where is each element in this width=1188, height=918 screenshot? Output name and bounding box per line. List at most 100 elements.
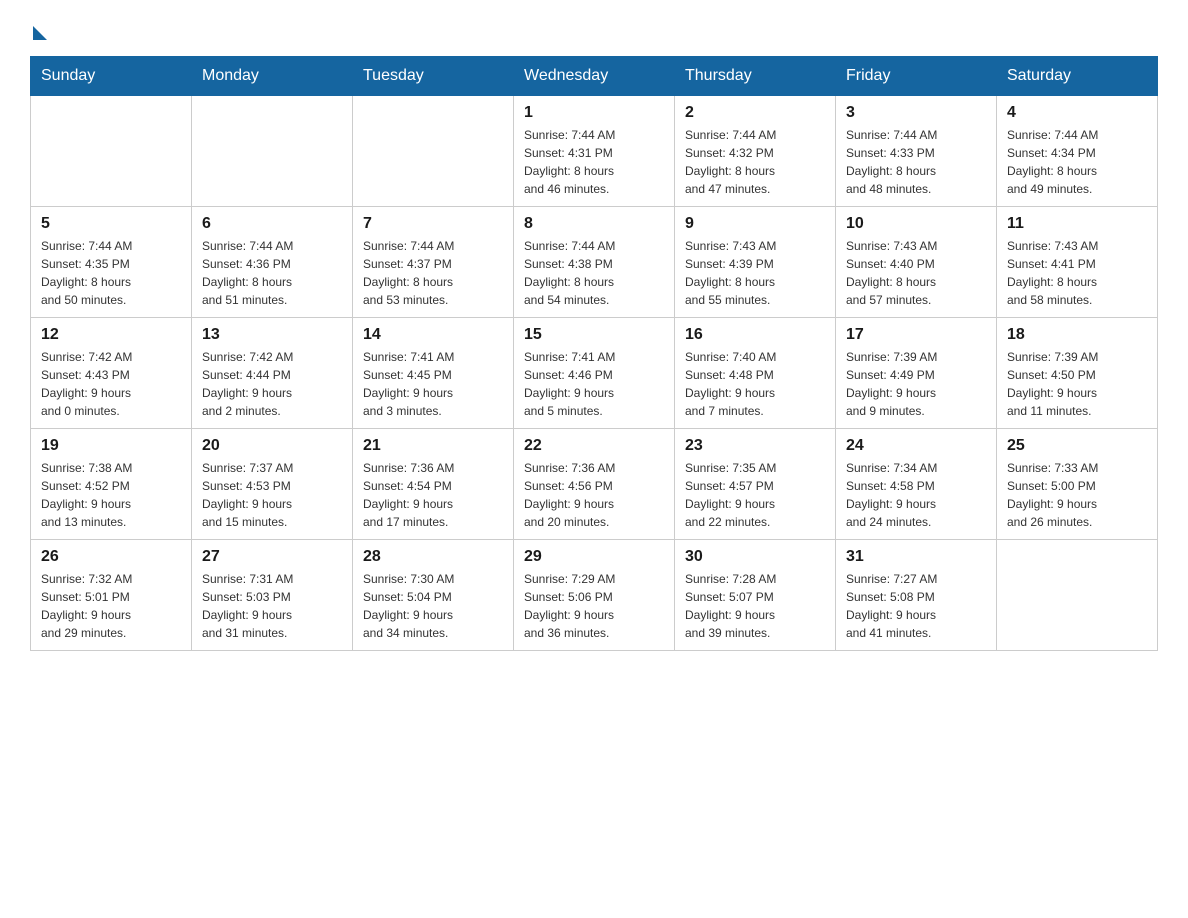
calendar-cell: 17 Sunrise: 7:39 AMSunset: 4:49 PMDayligh… (836, 318, 997, 429)
day-info: Sunrise: 7:43 AMSunset: 4:39 PMDaylight:… (685, 237, 825, 309)
day-number: 4 (1007, 104, 1147, 122)
calendar-cell: 22 Sunrise: 7:36 AMSunset: 4:56 PMDayligh… (514, 429, 675, 540)
day-info: Sunrise: 7:42 AMSunset: 4:44 PMDaylight:… (202, 348, 342, 420)
calendar-week-5: 26 Sunrise: 7:32 AMSunset: 5:01 PMDayligh… (31, 540, 1158, 651)
column-header-saturday: Saturday (997, 57, 1158, 96)
day-info: Sunrise: 7:44 AMSunset: 4:35 PMDaylight:… (41, 237, 181, 309)
day-number: 9 (685, 215, 825, 233)
calendar-cell: 28Sunrise: 7:30 AMSunset: 5:04 PMDayligh… (353, 540, 514, 651)
day-info: Sunrise: 7:43 AMSunset: 4:40 PMDaylight:… (846, 237, 986, 309)
calendar-cell: 13 Sunrise: 7:42 AMSunset: 4:44 PMDayligh… (192, 318, 353, 429)
day-number: 25 (1007, 437, 1147, 455)
day-number: 13 (202, 326, 342, 344)
calendar-cell: 21 Sunrise: 7:36 AMSunset: 4:54 PMDayligh… (353, 429, 514, 540)
day-number: 7 (363, 215, 503, 233)
day-number: 28 (363, 548, 503, 566)
calendar-cell: 14 Sunrise: 7:41 AMSunset: 4:45 PMDayligh… (353, 318, 514, 429)
day-number: 26 (41, 548, 181, 566)
calendar-cell: 20Sunrise: 7:37 AMSunset: 4:53 PMDayligh… (192, 429, 353, 540)
day-number: 30 (685, 548, 825, 566)
day-number: 8 (524, 215, 664, 233)
calendar-cell (31, 96, 192, 207)
day-info: Sunrise: 7:36 AMSunset: 4:56 PMDaylight:… (524, 459, 664, 531)
calendar-cell: 11 Sunrise: 7:43 AMSunset: 4:41 PMDayligh… (997, 207, 1158, 318)
calendar-cell: 3Sunrise: 7:44 AMSunset: 4:33 PMDaylight… (836, 96, 997, 207)
day-info: Sunrise: 7:27 AMSunset: 5:08 PMDaylight:… (846, 570, 986, 642)
day-number: 11 (1007, 215, 1147, 233)
day-number: 5 (41, 215, 181, 233)
day-number: 21 (363, 437, 503, 455)
day-info: Sunrise: 7:44 AMSunset: 4:31 PMDaylight:… (524, 126, 664, 198)
calendar-cell: 30Sunrise: 7:28 AMSunset: 5:07 PMDayligh… (675, 540, 836, 651)
column-header-thursday: Thursday (675, 57, 836, 96)
day-number: 15 (524, 326, 664, 344)
day-number: 14 (363, 326, 503, 344)
calendar-table: SundayMondayTuesdayWednesdayThursdayFrid… (30, 56, 1158, 651)
day-number: 19 (41, 437, 181, 455)
day-number: 16 (685, 326, 825, 344)
day-number: 6 (202, 215, 342, 233)
day-number: 2 (685, 104, 825, 122)
day-info: Sunrise: 7:33 AMSunset: 5:00 PMDaylight:… (1007, 459, 1147, 531)
calendar-cell: 27 Sunrise: 7:31 AMSunset: 5:03 PMDayligh… (192, 540, 353, 651)
day-info: Sunrise: 7:44 AMSunset: 4:38 PMDaylight:… (524, 237, 664, 309)
day-info: Sunrise: 7:39 AMSunset: 4:50 PMDaylight:… (1007, 348, 1147, 420)
calendar-cell (192, 96, 353, 207)
calendar-cell (353, 96, 514, 207)
calendar-week-4: 19 Sunrise: 7:38 AMSunset: 4:52 PMDayligh… (31, 429, 1158, 540)
day-info: Sunrise: 7:32 AMSunset: 5:01 PMDaylight:… (41, 570, 181, 642)
column-header-monday: Monday (192, 57, 353, 96)
calendar-cell: 4 Sunrise: 7:44 AMSunset: 4:34 PMDaylight… (997, 96, 1158, 207)
day-info: Sunrise: 7:36 AMSunset: 4:54 PMDaylight:… (363, 459, 503, 531)
logo (30, 20, 47, 36)
calendar-cell: 10 Sunrise: 7:43 AMSunset: 4:40 PMDayligh… (836, 207, 997, 318)
day-number: 27 (202, 548, 342, 566)
day-number: 29 (524, 548, 664, 566)
day-info: Sunrise: 7:29 AMSunset: 5:06 PMDaylight:… (524, 570, 664, 642)
calendar-cell: 2 Sunrise: 7:44 AMSunset: 4:32 PMDaylight… (675, 96, 836, 207)
day-number: 17 (846, 326, 986, 344)
calendar-cell: 23 Sunrise: 7:35 AMSunset: 4:57 PMDayligh… (675, 429, 836, 540)
calendar-cell: 8 Sunrise: 7:44 AMSunset: 4:38 PMDaylight… (514, 207, 675, 318)
calendar-cell: 6Sunrise: 7:44 AMSunset: 4:36 PMDaylight… (192, 207, 353, 318)
day-number: 24 (846, 437, 986, 455)
calendar-cell: 16 Sunrise: 7:40 AMSunset: 4:48 PMDayligh… (675, 318, 836, 429)
day-info: Sunrise: 7:44 AMSunset: 4:37 PMDaylight:… (363, 237, 503, 309)
calendar-week-2: 5 Sunrise: 7:44 AMSunset: 4:35 PMDaylight… (31, 207, 1158, 318)
day-number: 10 (846, 215, 986, 233)
calendar-cell: 19 Sunrise: 7:38 AMSunset: 4:52 PMDayligh… (31, 429, 192, 540)
calendar-week-3: 12Sunrise: 7:42 AMSunset: 4:43 PMDayligh… (31, 318, 1158, 429)
day-info: Sunrise: 7:34 AMSunset: 4:58 PMDaylight:… (846, 459, 986, 531)
calendar-cell: 29 Sunrise: 7:29 AMSunset: 5:06 PMDayligh… (514, 540, 675, 651)
day-info: Sunrise: 7:31 AMSunset: 5:03 PMDaylight:… (202, 570, 342, 642)
calendar-cell: 9 Sunrise: 7:43 AMSunset: 4:39 PMDaylight… (675, 207, 836, 318)
day-number: 22 (524, 437, 664, 455)
day-info: Sunrise: 7:41 AMSunset: 4:46 PMDaylight:… (524, 348, 664, 420)
calendar-header-row: SundayMondayTuesdayWednesdayThursdayFrid… (31, 57, 1158, 96)
day-number: 12 (41, 326, 181, 344)
day-number: 18 (1007, 326, 1147, 344)
day-info: Sunrise: 7:44 AMSunset: 4:32 PMDaylight:… (685, 126, 825, 198)
day-number: 23 (685, 437, 825, 455)
calendar-cell (997, 540, 1158, 651)
day-number: 20 (202, 437, 342, 455)
day-info: Sunrise: 7:40 AMSunset: 4:48 PMDaylight:… (685, 348, 825, 420)
column-header-sunday: Sunday (31, 57, 192, 96)
day-info: Sunrise: 7:44 AMSunset: 4:34 PMDaylight:… (1007, 126, 1147, 198)
page-header (30, 20, 1158, 36)
day-info: Sunrise: 7:43 AMSunset: 4:41 PMDaylight:… (1007, 237, 1147, 309)
day-info: Sunrise: 7:39 AMSunset: 4:49 PMDaylight:… (846, 348, 986, 420)
day-number: 31 (846, 548, 986, 566)
day-info: Sunrise: 7:35 AMSunset: 4:57 PMDaylight:… (685, 459, 825, 531)
logo-arrow-icon (33, 26, 47, 40)
calendar-cell: 1Sunrise: 7:44 AMSunset: 4:31 PMDaylight… (514, 96, 675, 207)
calendar-cell: 18 Sunrise: 7:39 AMSunset: 4:50 PMDayligh… (997, 318, 1158, 429)
calendar-cell: 24 Sunrise: 7:34 AMSunset: 4:58 PMDayligh… (836, 429, 997, 540)
day-info: Sunrise: 7:44 AMSunset: 4:33 PMDaylight:… (846, 126, 986, 198)
day-info: Sunrise: 7:41 AMSunset: 4:45 PMDaylight:… (363, 348, 503, 420)
calendar-week-1: 1Sunrise: 7:44 AMSunset: 4:31 PMDaylight… (31, 96, 1158, 207)
calendar-cell: 31 Sunrise: 7:27 AMSunset: 5:08 PMDayligh… (836, 540, 997, 651)
calendar-cell: 7 Sunrise: 7:44 AMSunset: 4:37 PMDaylight… (353, 207, 514, 318)
day-info: Sunrise: 7:38 AMSunset: 4:52 PMDaylight:… (41, 459, 181, 531)
column-header-wednesday: Wednesday (514, 57, 675, 96)
